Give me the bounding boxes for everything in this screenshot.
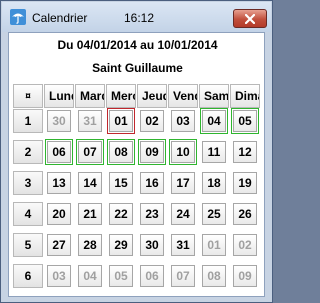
day-cell[interactable]: 14 <box>78 172 102 194</box>
saint-of-day: Saint Guillaume <box>92 61 183 75</box>
day-header: Mardi <box>75 84 105 108</box>
day-header: Jeudi <box>137 84 167 108</box>
day-cell[interactable]: 28 <box>78 234 102 256</box>
umbrella-icon <box>10 9 26 25</box>
day-cell[interactable]: 08 <box>202 265 226 287</box>
day-cell[interactable]: 16 <box>140 172 164 194</box>
day-cell[interactable]: 04 <box>202 110 226 132</box>
window-time: 16:12 <box>124 11 155 25</box>
day-cell[interactable]: 15 <box>109 172 133 194</box>
day-cell[interactable]: 31 <box>171 234 195 256</box>
day-cell[interactable]: 06 <box>47 141 71 163</box>
title-bar[interactable]: Calendrier 16:12 <box>2 2 271 32</box>
week-number: 3 <box>13 171 43 195</box>
week-column-header: ¤ <box>13 84 43 108</box>
day-cell[interactable]: 18 <box>202 172 226 194</box>
day-cell[interactable]: 21 <box>78 203 102 225</box>
day-cell[interactable]: 24 <box>171 203 195 225</box>
day-cell[interactable]: 05 <box>109 265 133 287</box>
week-number: 4 <box>13 202 43 226</box>
day-cell[interactable]: 02 <box>233 234 257 256</box>
week-number: 1 <box>13 109 43 133</box>
day-cell[interactable]: 09 <box>140 141 164 163</box>
day-cell[interactable]: 25 <box>202 203 226 225</box>
week-number: 5 <box>13 233 43 257</box>
day-cell[interactable]: 10 <box>171 141 195 163</box>
day-cell[interactable]: 02 <box>140 110 164 132</box>
day-cell[interactable]: 08 <box>109 141 133 163</box>
day-header: Samedi <box>199 84 229 108</box>
day-cell[interactable]: 29 <box>109 234 133 256</box>
date-range: Du 04/01/2014 au 10/01/2014 <box>57 38 218 52</box>
day-cell[interactable]: 20 <box>47 203 71 225</box>
day-cell[interactable]: 07 <box>171 265 195 287</box>
day-cell[interactable]: 26 <box>233 203 257 225</box>
day-cell[interactable]: 30 <box>140 234 164 256</box>
day-cell[interactable]: 13 <box>47 172 71 194</box>
day-cell[interactable]: 27 <box>47 234 71 256</box>
day-cell[interactable]: 11 <box>202 141 226 163</box>
day-cell[interactable]: 03 <box>171 110 195 132</box>
window-title: Calendrier <box>32 11 88 25</box>
close-icon <box>245 13 255 24</box>
day-header: Dimanche <box>230 84 260 108</box>
day-cell[interactable]: 23 <box>140 203 164 225</box>
day-cell[interactable]: 31 <box>78 110 102 132</box>
day-cell[interactable]: 12 <box>233 141 257 163</box>
day-cell[interactable]: 04 <box>78 265 102 287</box>
day-cell[interactable]: 22 <box>109 203 133 225</box>
day-cell[interactable]: 07 <box>78 141 102 163</box>
day-cell[interactable]: 03 <box>47 265 71 287</box>
day-header: Lundi <box>44 84 74 108</box>
day-cell[interactable]: 17 <box>171 172 195 194</box>
week-number: 6 <box>13 264 43 288</box>
day-header: Vendredi <box>168 84 198 108</box>
day-cell[interactable]: 05 <box>233 110 257 132</box>
close-button[interactable] <box>233 9 267 28</box>
day-cell[interactable]: 30 <box>47 110 71 132</box>
day-cell[interactable]: 19 <box>233 172 257 194</box>
calendar-body: Du 04/01/2014 au 10/01/2014 Saint Guilla… <box>8 32 265 297</box>
day-header: Mercredi <box>106 84 136 108</box>
day-cell[interactable]: 06 <box>140 265 164 287</box>
calendar-window: Calendrier 16:12 Du 04/01/2014 au 10/01/… <box>0 0 273 303</box>
day-cell[interactable]: 01 <box>109 110 133 132</box>
day-cell[interactable]: 09 <box>233 265 257 287</box>
day-cell[interactable]: 01 <box>202 234 226 256</box>
week-number: 2 <box>13 140 43 164</box>
